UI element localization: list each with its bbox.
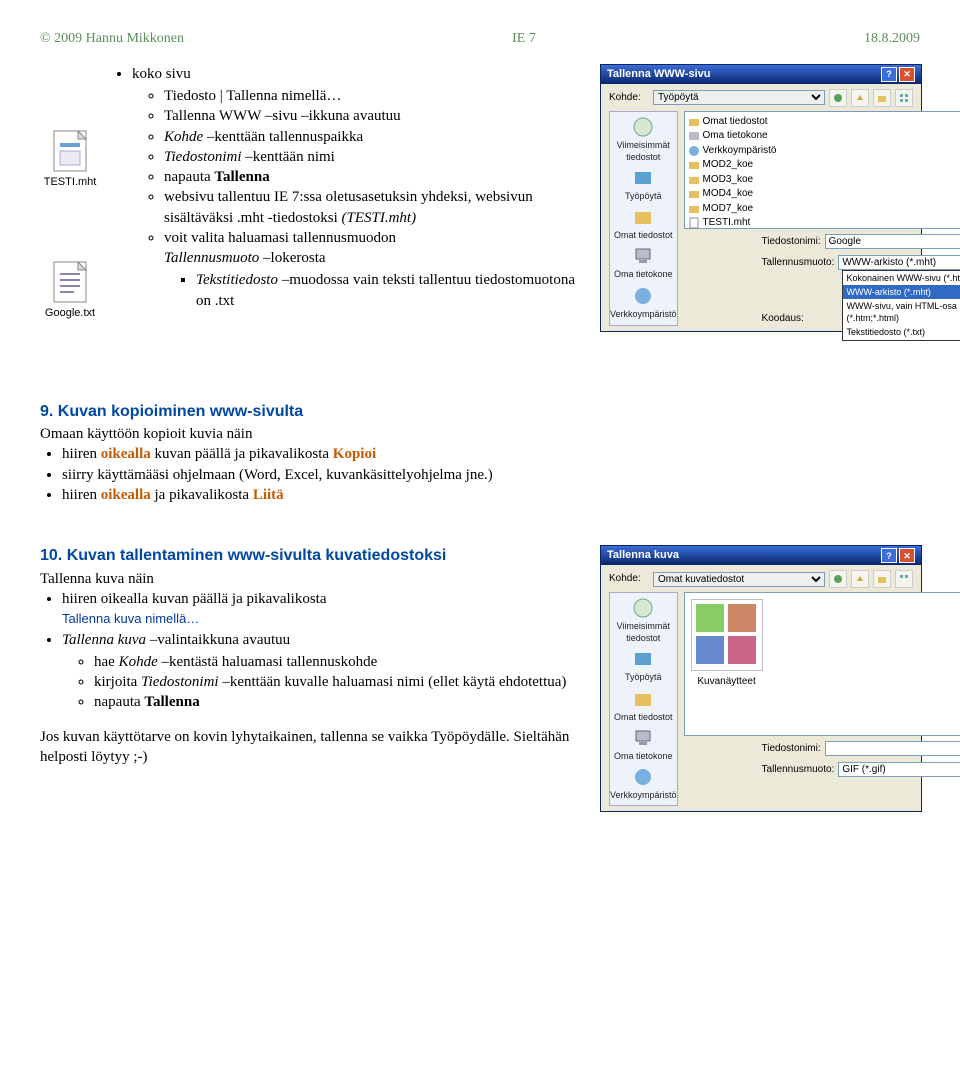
sec10-o2: kirjoita Tiedostonimi –kenttään kuvalle … xyxy=(94,672,588,692)
section10-title: 10. Kuvan tallentaminen www-sivulta kuva… xyxy=(40,545,588,567)
kohde-label2: Kohde: xyxy=(609,572,649,586)
sec10-o3: napauta Tallenna xyxy=(94,692,588,712)
tiedostonimi-input[interactable] xyxy=(825,234,960,249)
newfolder-icon[interactable] xyxy=(873,570,891,588)
tiedostonimi-label: Tiedostonimi: xyxy=(762,235,821,249)
help-button[interactable]: ? xyxy=(881,548,897,563)
places-bar2: Viimeisimmät tiedostot Työpöytä Omat tie… xyxy=(609,592,678,806)
dialog2-title: Tallenna kuva xyxy=(607,548,679,563)
dialog-tallenna-www: Tallenna WWW-sivu ? ✕ Kohde: Työpöytä xyxy=(600,64,922,332)
list-item[interactable]: Omat tiedostot xyxy=(688,115,960,129)
tiedostonimi-input2[interactable] xyxy=(825,741,960,756)
tallennusmuoto-select2[interactable] xyxy=(838,762,960,777)
list-item[interactable]: MOD2_koe xyxy=(688,158,960,172)
section9-title: 9. Kuvan kopioiminen www-sivulta xyxy=(40,401,920,423)
list-item[interactable]: Oma tietokone xyxy=(688,129,960,143)
sec9-b3: hiiren oikealla ja pikavalikosta Liitä xyxy=(62,485,920,505)
side-network[interactable]: Verkkoympäristö xyxy=(610,766,677,801)
side-mydocs[interactable]: Omat tiedostot xyxy=(614,688,673,723)
side-desktop[interactable]: Työpöytä xyxy=(625,167,662,202)
sec9-b2: siirry käyttämääsi ohjelmaan (Word, Exce… xyxy=(62,465,920,485)
side-mydocs[interactable]: Omat tiedostot xyxy=(614,206,673,241)
dropdown-option[interactable]: Tekstitiedosto (*.txt) xyxy=(843,325,960,339)
list-item[interactable]: MOD4_koe xyxy=(688,187,960,201)
back-icon[interactable] xyxy=(829,570,847,588)
thumbnail-area[interactable]: Kuvanäytteet xyxy=(684,592,960,736)
kohde-select2[interactable]: Omat kuvatiedostot xyxy=(653,572,825,587)
close-button[interactable]: ✕ xyxy=(899,548,915,563)
sec9-b1: hiiren oikealla kuvan päällä ja pikavali… xyxy=(62,444,920,464)
side-desktop[interactable]: Työpöytä xyxy=(625,648,662,683)
view-icon[interactable] xyxy=(895,570,913,588)
file-label-txt: Google.txt xyxy=(45,306,95,321)
dialog-tallenna-kuva: Tallenna kuva ? ✕ Kohde: Omat kuvatiedos… xyxy=(600,545,922,812)
side-mycomputer[interactable]: Oma tietokone xyxy=(614,245,673,280)
sec10-b1: hiiren oikealla kuvan päällä ja pikavali… xyxy=(62,589,588,630)
li-koko-sivu: koko sivu Tiedosto | Tallenna nimellä… T… xyxy=(132,64,590,311)
koodaus-label: Koodaus: xyxy=(762,312,840,326)
dropdown-option-selected[interactable]: WWW-arkisto (*.mht) xyxy=(843,285,960,299)
places-bar: Viimeisimmät tiedostot Työpöytä Omat tie… xyxy=(609,111,678,326)
kohde-select[interactable]: Työpöytä xyxy=(653,90,825,105)
view-icon[interactable] xyxy=(895,89,913,107)
list-item[interactable]: Verkkoympäristö xyxy=(688,144,960,158)
newfolder-icon[interactable] xyxy=(873,89,891,107)
side-mycomputer[interactable]: Oma tietokone xyxy=(614,727,673,762)
li-voit-valita: voit valita haluamasi tallennusmuodon Ta… xyxy=(164,228,590,311)
file-icon-mht: TESTI.mht xyxy=(40,129,100,190)
dialog1-title: Tallenna WWW-sivu xyxy=(607,67,710,82)
header-center: IE 7 xyxy=(512,30,536,49)
up-icon[interactable] xyxy=(851,570,869,588)
file-icon-txt: Google.txt xyxy=(40,260,100,321)
file-list[interactable]: Omat tiedostot Oma tietokone Verkkoympär… xyxy=(684,111,960,229)
txt-doc-icon xyxy=(50,260,90,304)
tallennusmuoto-dropdown[interactable]: Kokonainen WWW-sivu (*.htm;*.html) WWW-a… xyxy=(842,270,960,341)
back-icon[interactable] xyxy=(829,89,847,107)
mht-doc-icon xyxy=(50,129,90,173)
kohde-label: Kohde: xyxy=(609,91,649,105)
list-item[interactable]: MOD3_koe xyxy=(688,173,960,187)
li-websivu-tallentuu: websivu tallentuu IE 7:ssa oletusasetuks… xyxy=(164,187,590,228)
li-tallenna-www: Tallenna WWW –sivu –ikkuna avautuu xyxy=(164,106,590,126)
header-date: 18.8.2009 xyxy=(864,30,920,49)
list-item[interactable]: MOD7_koe xyxy=(688,202,960,216)
list-item[interactable]: TESTI.mht xyxy=(688,216,960,230)
side-recent[interactable]: Viimeisimmät tiedostot xyxy=(610,116,677,163)
li-tiedosto-tallenna: Tiedosto | Tallenna nimellä… xyxy=(164,86,590,106)
li-kohde: Kohde –kenttään tallennuspaikka xyxy=(164,127,590,147)
thumb-icon[interactable] xyxy=(691,599,763,671)
tallennusmuoto-label2: Tallennusmuoto: xyxy=(762,763,835,777)
up-icon[interactable] xyxy=(851,89,869,107)
header-copyright: © 2009 Hannu Mikkonen xyxy=(40,30,184,49)
li-tiedostonimi: Tiedostonimi –kenttään nimi xyxy=(164,147,590,167)
close-button[interactable]: ✕ xyxy=(899,67,915,82)
side-network[interactable]: Verkkoympäristö xyxy=(610,285,677,320)
side-recent[interactable]: Viimeisimmät tiedostot xyxy=(610,597,677,644)
dropdown-option[interactable]: Kokonainen WWW-sivu (*.htm;*.html) xyxy=(843,271,960,285)
tallennusmuoto-label: Tallennusmuoto: xyxy=(762,256,835,270)
page-header: © 2009 Hannu Mikkonen IE 7 18.8.2009 xyxy=(40,30,920,49)
dropdown-option[interactable]: WWW-sivu, vain HTML-osa (*.htm;*.html) xyxy=(843,299,960,325)
section10-sub: Tallenna kuva näin xyxy=(40,569,588,589)
sec10-o1: hae Kohde –kentästä haluamasi tallennusk… xyxy=(94,652,588,672)
li-napauta-tallenna: napauta Tallenna xyxy=(164,167,590,187)
tallennusmuoto-select[interactable] xyxy=(838,255,960,270)
sec10-b2: Tallenna kuva –valintaikkuna avautuu hae… xyxy=(62,630,588,713)
sec10-tail: Jos kuvan käyttötarve on kovin lyhytaika… xyxy=(40,727,588,768)
thumb-label: Kuvanäytteet xyxy=(691,675,763,689)
section9-sub: Omaan käyttöön kopioit kuvia näin xyxy=(40,424,920,444)
help-button[interactable]: ? xyxy=(881,67,897,82)
tiedostonimi-label2: Tiedostonimi: xyxy=(762,742,821,756)
li-tekstitiedosto: Tekstitiedosto –muodossa vain teksti tal… xyxy=(196,270,590,311)
file-label-mht: TESTI.mht xyxy=(44,175,97,190)
